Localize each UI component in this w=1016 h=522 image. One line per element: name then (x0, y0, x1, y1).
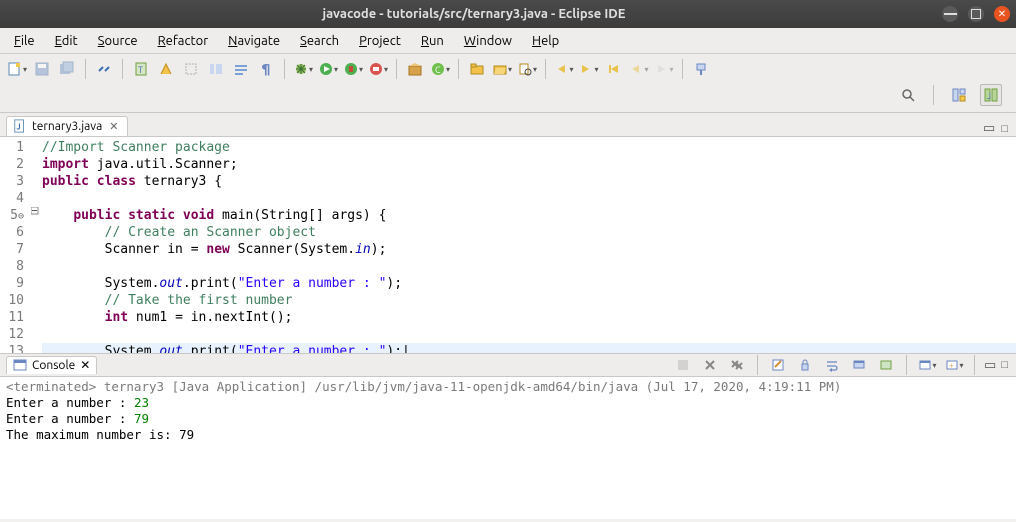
new-class-button[interactable]: C▾ (429, 58, 451, 80)
menu-window[interactable]: Window (456, 31, 520, 51)
tab-label: ternary3.java (32, 120, 102, 133)
code-line[interactable]: public static void main(String[] args) { (42, 207, 1016, 224)
code-line[interactable]: System.out.print("Enter a number : ");| (42, 343, 1016, 353)
block-select-button[interactable] (180, 58, 202, 80)
code-line[interactable]: System.out.print("Enter a number : "); (42, 275, 1016, 292)
svg-text:T: T (138, 65, 143, 75)
maximize-button[interactable] (968, 6, 984, 22)
console-line: The maximum number is: 79 (6, 427, 1010, 443)
new-button[interactable]: ▾ (6, 58, 28, 80)
close-button[interactable]: ✕ (994, 6, 1010, 22)
tab-console[interactable]: Console ✕ (6, 356, 97, 374)
code-line[interactable] (42, 258, 1016, 275)
toggle-mark-button[interactable] (155, 58, 177, 80)
console-minimize-icon[interactable]: ▭ (984, 358, 996, 373)
code-line[interactable]: public class ternary3 { (42, 173, 1016, 190)
coverage-button[interactable]: ▾ (342, 58, 364, 80)
svg-text:J: J (17, 124, 21, 132)
save-button[interactable] (31, 58, 53, 80)
svg-text:J: J (987, 92, 991, 101)
link-editor-button[interactable] (93, 58, 115, 80)
display-selected-button[interactable]: ▾ (916, 354, 938, 376)
code-line[interactable]: import java.util.Scanner; (42, 156, 1016, 173)
tab-close-icon[interactable]: ✕ (107, 120, 120, 133)
menu-search[interactable]: Search (292, 31, 347, 51)
menu-help[interactable]: Help (524, 31, 567, 51)
code-line[interactable]: Scanner in = new Scanner(System.in); (42, 241, 1016, 258)
console-line: Enter a number : 79 (6, 411, 1010, 427)
svg-text:+: + (949, 361, 954, 370)
editor-tabstrip: J ternary3.java ✕ ▭ □ (0, 113, 1016, 137)
terminate-button[interactable] (672, 354, 694, 376)
open-perspective-button[interactable] (948, 84, 970, 106)
run-button[interactable]: ▾ (317, 58, 339, 80)
console-output[interactable]: <terminated> ternary3 [Java Application]… (0, 377, 1016, 519)
clear-console-button[interactable] (767, 354, 789, 376)
menu-project[interactable]: Project (351, 31, 409, 51)
menu-refactor[interactable]: Refactor (150, 31, 217, 51)
code-body[interactable]: //Import Scanner packageimport java.util… (40, 137, 1016, 353)
next-edit-button[interactable]: ▾ (578, 58, 600, 80)
java-perspective-button[interactable]: J (980, 84, 1002, 106)
scroll-lock-button[interactable] (794, 354, 816, 376)
new-package-button[interactable] (404, 58, 426, 80)
window-titlebar: javacode - tutorials/src/ternary3.java -… (0, 0, 1016, 28)
open-project-button[interactable] (466, 58, 488, 80)
code-line[interactable]: // Take the first number (42, 292, 1016, 309)
remove-launch-button[interactable] (699, 354, 721, 376)
pilcrow-button[interactable]: ¶ (255, 58, 277, 80)
code-line[interactable]: int num1 = in.nextInt(); (42, 309, 1016, 326)
show-whitespace-button[interactable] (205, 58, 227, 80)
open-console-button[interactable]: +▾ (943, 354, 965, 376)
menubar: FileEditSourceRefactorNavigateSearchProj… (0, 28, 1016, 54)
prev-edit-button[interactable]: ▾ (553, 58, 575, 80)
open-resource-button[interactable]: ▾ (516, 58, 538, 80)
code-line[interactable]: // Create an Scanner object (42, 224, 1016, 241)
code-line[interactable] (42, 190, 1016, 207)
svg-text:C: C (435, 65, 441, 75)
fold-toggle-icon[interactable] (31, 207, 38, 214)
console-maximize-icon[interactable]: □ (1001, 359, 1008, 371)
save-all-button[interactable] (56, 58, 78, 80)
main-toolbar: ▾ T ¶ ▾ ▾ ▾ ▾ C▾ ▾ ▾ ▾ ▾ ▾ ▾ J (0, 54, 1016, 113)
console-line: Enter a number : 23 (6, 395, 1010, 411)
search-icon[interactable] (897, 84, 919, 106)
forward-button[interactable]: ▾ (653, 58, 675, 80)
java-file-icon: J (13, 119, 27, 133)
word-wrap-button[interactable] (821, 354, 843, 376)
menu-navigate[interactable]: Navigate (220, 31, 288, 51)
window-title: javacode - tutorials/src/ternary3.java -… (6, 7, 942, 21)
open-folder-button[interactable]: ▾ (491, 58, 513, 80)
console-tab-close-icon[interactable]: ✕ (80, 358, 90, 372)
folding-ruler (30, 137, 40, 353)
show-console-on-out-button[interactable] (875, 354, 897, 376)
menu-file[interactable]: File (6, 31, 43, 51)
open-type-button[interactable]: T (130, 58, 152, 80)
console-icon (13, 358, 27, 372)
remove-all-button[interactable] (726, 354, 748, 376)
code-editor[interactable]: 12345⊖678910111213 //Import Scanner pack… (0, 137, 1016, 353)
maximize-view-icon[interactable]: □ (1001, 123, 1008, 135)
code-line[interactable]: //Import Scanner package (42, 139, 1016, 156)
pin-editor-button[interactable] (690, 58, 712, 80)
menu-edit[interactable]: Edit (47, 31, 86, 51)
toggle-breadcrumb-button[interactable] (230, 58, 252, 80)
code-line[interactable] (42, 326, 1016, 343)
console-tabstrip: Console ✕ ▾ +▾ ▭ □ (0, 353, 1016, 377)
ext-tools-button[interactable]: ▾ (367, 58, 389, 80)
menu-source[interactable]: Source (90, 31, 146, 51)
console-tab-label: Console (32, 359, 75, 372)
pin-console-button[interactable] (848, 354, 870, 376)
console-header-line: <terminated> ternary3 [Java Application]… (6, 379, 1010, 395)
minimize-view-icon[interactable]: ▭ (983, 121, 995, 136)
minimize-button[interactable] (942, 6, 958, 22)
last-edit-button[interactable] (603, 58, 625, 80)
menu-run[interactable]: Run (413, 31, 452, 51)
debug-button[interactable]: ▾ (292, 58, 314, 80)
back-button[interactable]: ▾ (628, 58, 650, 80)
line-number-gutter: 12345⊖678910111213 (0, 137, 30, 353)
tab-ternary3[interactable]: J ternary3.java ✕ (6, 116, 128, 136)
